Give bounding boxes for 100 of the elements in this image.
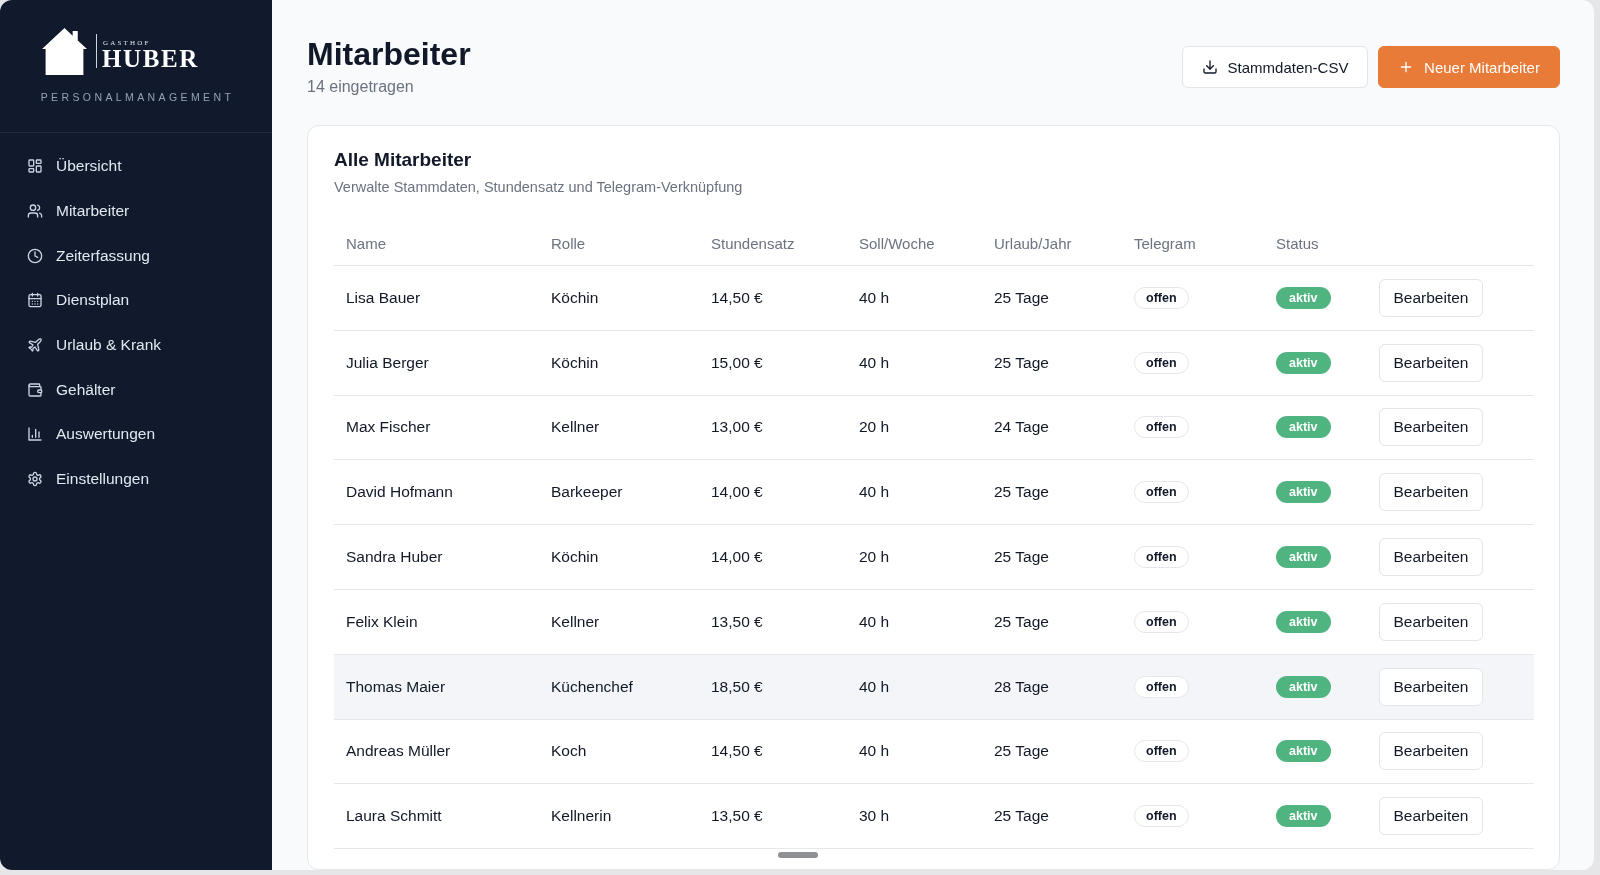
- table-cell: 20 h: [847, 395, 982, 460]
- column-header: Name: [334, 222, 539, 266]
- table-cell: 13,50 €: [699, 783, 847, 849]
- table-cell: Lisa Bauer: [334, 265, 539, 331]
- column-header: Stundensatz: [699, 222, 847, 266]
- edit-button[interactable]: Bearbeiten: [1379, 667, 1483, 706]
- table-cell: Max Fischer: [334, 395, 539, 460]
- table-row[interactable]: Andreas Müller Koch 14,50 € 40 h 25 Tage offen aktiv Bearbeiten: [334, 719, 1534, 784]
- column-header: Rolle: [539, 222, 699, 266]
- table-cell: 13,50 €: [699, 589, 847, 655]
- table-cell: Kellner: [539, 589, 699, 655]
- table-cell: 14,00 €: [699, 459, 847, 525]
- telegram-badge: offen: [1134, 416, 1189, 439]
- status-badge: aktiv: [1276, 740, 1331, 763]
- telegram-badge: offen: [1134, 740, 1189, 763]
- edit-button[interactable]: Bearbeiten: [1379, 278, 1483, 317]
- table-cell: 13,00 €: [699, 395, 847, 460]
- column-header: Soll/Woche: [847, 222, 982, 266]
- table-row[interactable]: Lisa Bauer Köchin 14,50 € 40 h 25 Tage offen aktiv Bearbeiten: [334, 265, 1534, 331]
- settings-icon: [27, 471, 43, 488]
- table-cell: 40 h: [847, 265, 982, 331]
- table-cell: 40 h: [847, 719, 982, 784]
- airplane-icon: [27, 337, 43, 354]
- nav-item[interactable]: Auswertungen: [0, 412, 272, 457]
- table-cell: 24 Tage: [982, 395, 1122, 460]
- bar-chart-icon: [27, 426, 43, 443]
- card-description: Verwalte Stammdaten, Stundensatz und Telegram-Verknüpfung: [334, 178, 744, 197]
- status-badge: aktiv: [1276, 481, 1331, 504]
- edit-button[interactable]: Bearbeiten: [1379, 797, 1483, 836]
- column-header: Urlaub/Jahr: [982, 222, 1122, 266]
- table-cell: 28 Tage: [982, 654, 1122, 720]
- status-badge: aktiv: [1276, 546, 1331, 569]
- table-cell: 40 h: [847, 330, 982, 396]
- house-icon: [41, 27, 88, 75]
- table-row[interactable]: Laura Schmitt Kellnerin 13,50 € 30 h 25 Tage offen aktiv Bearbeiten: [334, 783, 1534, 849]
- status-badge: aktiv: [1276, 416, 1331, 439]
- table-cell: 25 Tage: [982, 524, 1122, 590]
- edit-button[interactable]: Bearbeiten: [1379, 408, 1483, 447]
- table-row[interactable]: Felix Klein Kellner 13,50 € 40 h 25 Tage offen aktiv Bearbeiten: [334, 589, 1534, 655]
- nav-item[interactable]: Dienstplan: [0, 278, 272, 323]
- table-cell: Sandra Huber: [334, 524, 539, 590]
- telegram-badge: offen: [1134, 286, 1189, 309]
- status-badge: aktiv: [1276, 805, 1331, 828]
- table-cell: 25 Tage: [982, 719, 1122, 784]
- nav-item[interactable]: Mitarbeiter: [0, 188, 272, 234]
- table-row[interactable]: Julia Berger Köchin 15,00 € 40 h 25 Tage offen aktiv Bearbeiten: [334, 330, 1534, 396]
- edit-button[interactable]: Bearbeiten: [1379, 732, 1483, 771]
- card-title: Alle Mitarbeiter: [334, 148, 473, 172]
- edit-button[interactable]: Bearbeiten: [1379, 343, 1483, 382]
- table-cell: Andreas Müller: [334, 719, 539, 784]
- table-row[interactable]: Max Fischer Kellner 13,00 € 20 h 24 Tage offen aktiv Bearbeiten: [334, 395, 1534, 460]
- page-subtitle: 14 eingetragen: [307, 77, 415, 97]
- table-cell: 25 Tage: [982, 265, 1122, 331]
- table-cell: 25 Tage: [982, 330, 1122, 396]
- table-cell: Laura Schmitt: [334, 783, 539, 849]
- brand-tagline: PERSONALMANAGEMENT: [39, 91, 236, 103]
- table-cell: 40 h: [847, 589, 982, 655]
- nav-item[interactable]: Urlaub & Krank: [0, 322, 272, 368]
- nav-item[interactable]: Einstellungen: [0, 456, 272, 502]
- nav-item[interactable]: Zeiterfassung: [0, 233, 272, 279]
- telegram-badge: offen: [1134, 675, 1189, 698]
- edit-button[interactable]: Bearbeiten: [1379, 538, 1483, 577]
- table-cell: Thomas Maier: [334, 654, 539, 720]
- telegram-badge: offen: [1134, 351, 1189, 374]
- table-cell: 30 h: [847, 783, 982, 849]
- table-cell: David Hofmann: [334, 459, 539, 525]
- table-row[interactable]: Sandra Huber Köchin 14,00 € 20 h 25 Tage offen aktiv Bearbeiten: [334, 524, 1534, 590]
- telegram-badge: offen: [1134, 546, 1189, 569]
- table-cell: Kellnerin: [539, 783, 699, 849]
- edit-button[interactable]: Bearbeiten: [1379, 473, 1483, 512]
- table-cell: 40 h: [847, 654, 982, 720]
- status-badge: aktiv: [1276, 610, 1331, 633]
- table-cell: Köchin: [539, 330, 699, 396]
- status-badge: aktiv: [1276, 675, 1331, 698]
- table-cell: Koch: [539, 719, 699, 784]
- table-cell: 25 Tage: [982, 783, 1122, 849]
- clock-icon: [27, 247, 43, 264]
- table-cell: 25 Tage: [982, 459, 1122, 525]
- table-cell: Küchenchef: [539, 654, 699, 720]
- brand-name: HUBER: [102, 47, 199, 71]
- table-row[interactable]: David Hofmann Barkeeper 14,00 € 40 h 25 Tage offen aktiv Bearbeiten: [334, 459, 1534, 525]
- table-row[interactable]: Thomas Maier Küchenchef 18,50 € 40 h 28 Tage offen aktiv Bearbeiten: [334, 654, 1534, 720]
- table-cell: Barkeeper: [539, 459, 699, 525]
- page-title: Mitarbeiter: [307, 35, 471, 73]
- status-badge: aktiv: [1276, 351, 1331, 374]
- scrollbar-thumb[interactable]: [778, 852, 818, 858]
- edit-button[interactable]: Bearbeiten: [1379, 602, 1483, 641]
- column-header: Status: [1264, 222, 1367, 266]
- table-cell: 14,50 €: [699, 719, 847, 784]
- dashboard-grid-icon: [27, 158, 43, 175]
- wallet-icon: [27, 381, 43, 398]
- telegram-badge: offen: [1134, 805, 1189, 828]
- csv-export-button[interactable]: Stammdaten-CSV: [1182, 46, 1368, 88]
- status-badge: aktiv: [1276, 286, 1331, 309]
- table-cell: 18,50 €: [699, 654, 847, 720]
- nav-item[interactable]: Übersicht: [0, 144, 272, 189]
- nav-item[interactable]: Gehälter: [0, 367, 272, 413]
- table-cell: Kellner: [539, 395, 699, 460]
- telegram-badge: offen: [1134, 610, 1189, 633]
- table-cell: 15,00 €: [699, 330, 847, 396]
